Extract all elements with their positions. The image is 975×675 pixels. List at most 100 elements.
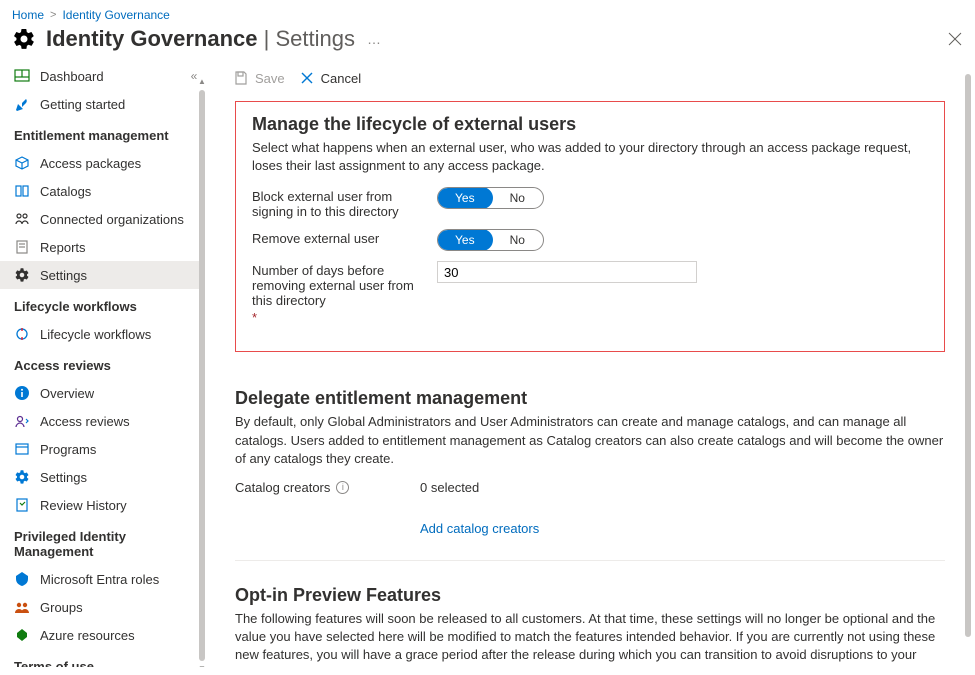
- entra-roles-icon: [14, 571, 30, 587]
- more-icon[interactable]: …: [367, 31, 382, 47]
- sidebar-item-overview[interactable]: Overview: [0, 379, 205, 407]
- azure-icon: [14, 627, 30, 643]
- sidebar-item-label: Azure resources: [40, 628, 135, 643]
- toggle-yes[interactable]: Yes: [437, 187, 493, 209]
- toggle-yes[interactable]: Yes: [437, 229, 493, 251]
- sidebar-item-review-history[interactable]: Review History: [0, 491, 205, 519]
- sidebar-item-catalogs[interactable]: Catalogs: [0, 177, 205, 205]
- lifecycle-section: Manage the lifecycle of external users S…: [235, 101, 945, 352]
- getting-started-icon: [14, 96, 30, 112]
- sidebar-item-settings[interactable]: Settings: [0, 261, 205, 289]
- sidebar-item-label: Settings: [40, 268, 87, 283]
- scroll-down-icon[interactable]: ▼: [198, 665, 205, 667]
- field-block-signin: Block external user from signing in to t…: [252, 187, 926, 219]
- gear-icon: [12, 27, 36, 51]
- sidebar-item-label: Review History: [40, 498, 127, 513]
- history-icon: [14, 497, 30, 513]
- page-title: Identity Governance | Settings: [46, 26, 355, 52]
- main-scrollbar[interactable]: [965, 74, 971, 637]
- close-icon[interactable]: [947, 31, 963, 47]
- delegate-desc: By default, only Global Administrators a…: [235, 413, 945, 468]
- sidebar-item-label: Settings: [40, 470, 87, 485]
- programs-icon: [14, 441, 30, 457]
- lifecycle-icon: [14, 326, 30, 342]
- sidebar-item-label: Lifecycle workflows: [40, 327, 151, 342]
- days-input[interactable]: [437, 261, 697, 283]
- sidebar-item-lifecycle-workflows[interactable]: Lifecycle workflows: [0, 320, 205, 348]
- lifecycle-title: Manage the lifecycle of external users: [252, 114, 926, 135]
- delegate-title: Delegate entitlement management: [235, 388, 945, 409]
- catalog-creators-row: Catalog creators i 0 selected: [235, 480, 945, 495]
- optin-title: Opt-in Preview Features: [235, 585, 945, 606]
- optin-section: Opt-in Preview Features The following fe…: [235, 585, 945, 667]
- breadcrumb-identity-governance[interactable]: Identity Governance: [62, 8, 169, 22]
- sidebar-item-label: Getting started: [40, 97, 125, 112]
- sidebar-section-pim: Privileged Identity Management: [0, 519, 205, 565]
- main-pane: Save Cancel Manage the lifecycle of exte…: [205, 62, 975, 667]
- sidebar-item-label: Access packages: [40, 156, 141, 171]
- sidebar-item-dashboard[interactable]: Dashboard: [0, 62, 205, 90]
- scroll-up-icon[interactable]: ▲: [198, 78, 205, 86]
- info-icon: [14, 385, 30, 401]
- field-remove-user: Remove external user Yes No: [252, 229, 926, 251]
- sidebar-section-entitlement: Entitlement management: [0, 118, 205, 149]
- reports-icon: [14, 239, 30, 255]
- sidebar-item-label: Dashboard: [40, 69, 104, 84]
- toggle-no[interactable]: No: [492, 230, 543, 250]
- sidebar-item-getting-started[interactable]: Getting started: [0, 90, 205, 118]
- cancel-icon: [299, 70, 315, 86]
- field-label: Number of days before removing external …: [252, 261, 417, 325]
- sidebar-item-groups[interactable]: Groups: [0, 593, 205, 621]
- sidebar-item-label: Programs: [40, 442, 96, 457]
- sidebar-item-azure-resources[interactable]: Azure resources: [0, 621, 205, 649]
- catalog-creators-value: 0 selected: [420, 480, 479, 495]
- dashboard-icon: [14, 68, 30, 84]
- save-button: Save: [233, 70, 285, 86]
- breadcrumb-home[interactable]: Home: [12, 8, 44, 22]
- sidebar-item-access-reviews[interactable]: Access reviews: [0, 407, 205, 435]
- sidebar-item-label: Groups: [40, 600, 83, 615]
- breadcrumb: Home > Identity Governance: [0, 0, 975, 26]
- sidebar: « ▲ ▼ Dashboard Getting started Entitlem…: [0, 62, 205, 667]
- sidebar-item-label: Microsoft Entra roles: [40, 572, 159, 587]
- sidebar-item-entra-roles[interactable]: Microsoft Entra roles: [0, 565, 205, 593]
- catalog-creators-label: Catalog creators i: [235, 480, 400, 495]
- settings-gear-icon: [14, 267, 30, 283]
- toggle-no[interactable]: No: [492, 188, 543, 208]
- sidebar-item-programs[interactable]: Programs: [0, 435, 205, 463]
- delegate-section: Delegate entitlement management By defau…: [235, 388, 945, 536]
- sidebar-item-access-packages[interactable]: Access packages: [0, 149, 205, 177]
- toolbar: Save Cancel: [223, 62, 975, 93]
- settings-gear-icon: [14, 469, 30, 485]
- catalog-icon: [14, 183, 30, 199]
- info-icon[interactable]: i: [336, 481, 349, 494]
- sidebar-item-label: Connected organizations: [40, 212, 184, 227]
- field-label: Block external user from signing in to t…: [252, 187, 417, 219]
- sidebar-section-tou: Terms of use: [0, 649, 205, 667]
- field-label: Remove external user: [252, 229, 417, 246]
- lifecycle-desc: Select what happens when an external use…: [252, 139, 926, 175]
- sidebar-item-label: Access reviews: [40, 414, 130, 429]
- package-icon: [14, 155, 30, 171]
- sidebar-section-access-reviews: Access reviews: [0, 348, 205, 379]
- sidebar-item-label: Catalogs: [40, 184, 91, 199]
- sidebar-item-label: Overview: [40, 386, 94, 401]
- add-catalog-creators-link[interactable]: Add catalog creators: [420, 521, 539, 536]
- connected-orgs-icon: [14, 211, 30, 227]
- sidebar-item-label: Reports: [40, 240, 86, 255]
- sidebar-section-lifecycle: Lifecycle workflows: [0, 289, 205, 320]
- section-divider: [235, 560, 945, 561]
- sidebar-item-ar-settings[interactable]: Settings: [0, 463, 205, 491]
- groups-icon: [14, 599, 30, 615]
- save-icon: [233, 70, 249, 86]
- chevron-right-icon: >: [50, 9, 56, 21]
- page-header: Identity Governance | Settings …: [0, 26, 975, 62]
- cancel-button[interactable]: Cancel: [299, 70, 361, 86]
- required-asterisk: *: [252, 310, 417, 325]
- sidebar-item-connected-orgs[interactable]: Connected organizations: [0, 205, 205, 233]
- field-days-before-remove: Number of days before removing external …: [252, 261, 926, 325]
- toggle-block-signin[interactable]: Yes No: [437, 187, 544, 209]
- optin-desc: The following features will soon be rele…: [235, 610, 945, 667]
- sidebar-item-reports[interactable]: Reports: [0, 233, 205, 261]
- toggle-remove-user[interactable]: Yes No: [437, 229, 544, 251]
